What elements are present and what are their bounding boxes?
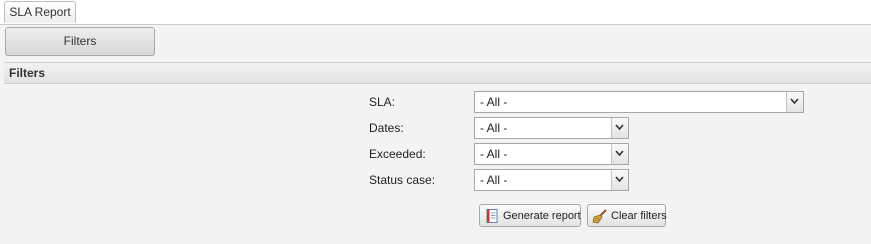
dates-select[interactable]: - All -: [474, 117, 629, 139]
report-icon: [484, 208, 500, 224]
chevron-down-icon[interactable]: [786, 92, 803, 112]
generate-report-button[interactable]: Generate report: [479, 204, 581, 227]
status-case-label: Status case:: [369, 173, 436, 187]
clear-filters-button[interactable]: Clear filters: [587, 204, 667, 227]
status-case-select-value: - All -: [480, 173, 508, 187]
exceeded-select-value: - All -: [480, 147, 508, 161]
generate-report-label: Generate report: [503, 210, 581, 222]
tab-sla-report[interactable]: SLA Report: [4, 1, 76, 23]
sla-select-value: - All -: [480, 95, 508, 109]
dates-select-value: - All -: [480, 121, 508, 135]
status-case-select[interactable]: - All -: [474, 169, 629, 191]
sla-label: SLA:: [369, 95, 396, 109]
tab-bar: SLA Report: [0, 0, 871, 25]
exceeded-label: Exceeded:: [369, 147, 426, 161]
exceeded-select[interactable]: - All -: [474, 143, 629, 165]
filters-panel-header: Filters: [4, 62, 871, 84]
dates-label: Dates:: [369, 121, 404, 135]
clear-filters-label: Clear filters: [611, 210, 667, 222]
chevron-down-icon[interactable]: [611, 144, 628, 164]
chevron-down-icon[interactable]: [611, 170, 628, 190]
broom-icon: [592, 208, 608, 224]
filters-toggle-button[interactable]: Filters: [5, 27, 155, 56]
chevron-down-icon[interactable]: [611, 118, 628, 138]
sla-select[interactable]: - All -: [474, 91, 804, 113]
